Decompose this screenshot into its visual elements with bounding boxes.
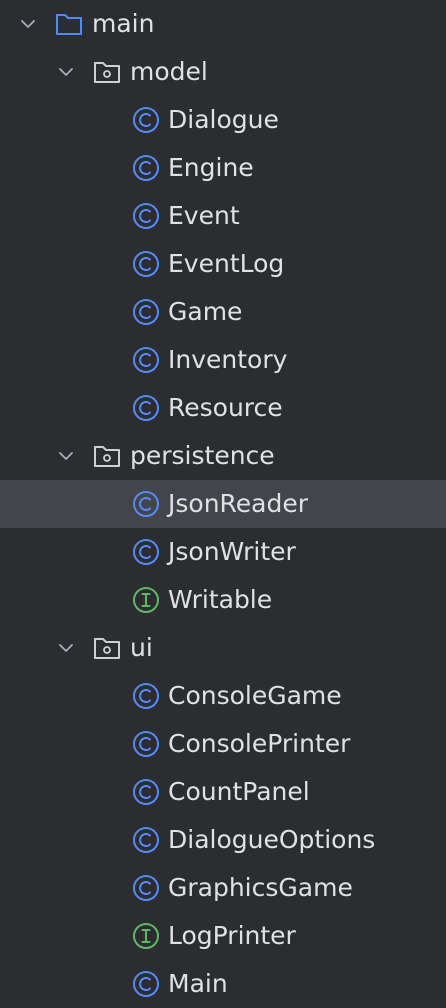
tree-label: Inventory [168, 345, 288, 374]
package-icon [92, 633, 122, 663]
class-icon [131, 153, 161, 183]
class-icon [131, 201, 161, 231]
chevron-down-icon[interactable] [16, 12, 40, 36]
chevron-down-icon[interactable] [54, 60, 78, 84]
class-icon [131, 105, 161, 135]
tree-label: CountPanel [168, 777, 310, 806]
tree-label: EventLog [168, 249, 285, 278]
tree-label: JsonWriter [168, 537, 296, 566]
tree-row-class-dialogue[interactable]: Dialogue [0, 96, 446, 144]
class-icon [131, 489, 161, 519]
tree-row-class-game[interactable]: Game [0, 288, 446, 336]
package-icon [92, 57, 122, 87]
class-icon [131, 873, 161, 903]
tree-row-class-consoleprinter[interactable]: ConsolePrinter [0, 720, 446, 768]
tree-label: Writable [168, 585, 273, 614]
tree-row-class-main[interactable]: Main [0, 960, 446, 1008]
class-icon [131, 345, 161, 375]
tree-row-class-jsonwriter[interactable]: JsonWriter [0, 528, 446, 576]
tree-row-class-countpanel[interactable]: CountPanel [0, 768, 446, 816]
tree-row-class-jsonreader[interactable]: JsonReader [0, 480, 446, 528]
folder-icon [54, 9, 84, 39]
tree-row-class-consolegame[interactable]: ConsoleGame [0, 672, 446, 720]
class-icon [131, 729, 161, 759]
tree-label: main [92, 9, 155, 38]
class-icon [131, 825, 161, 855]
chevron-down-icon[interactable] [54, 444, 78, 468]
tree-label: ConsolePrinter [168, 729, 351, 758]
package-icon [92, 441, 122, 471]
tree-label: Event [168, 201, 240, 230]
tree-label: Engine [168, 153, 254, 182]
tree-label: Main [168, 969, 228, 998]
tree-label: LogPrinter [168, 921, 296, 950]
tree-row-class-engine[interactable]: Engine [0, 144, 446, 192]
tree-label: ui [130, 633, 153, 662]
tree-label: persistence [130, 441, 275, 470]
class-icon [131, 777, 161, 807]
tree-label: Game [168, 297, 243, 326]
tree-row-interface-writable[interactable]: Writable [0, 576, 446, 624]
tree-label: DialogueOptions [168, 825, 376, 854]
tree-label: ConsoleGame [168, 681, 342, 710]
tree-label: Resource [168, 393, 283, 422]
class-icon [131, 297, 161, 327]
tree-label: JsonReader [168, 489, 309, 518]
class-icon [131, 393, 161, 423]
tree-label: Dialogue [168, 105, 279, 134]
tree-label: GraphicsGame [168, 873, 353, 902]
tree-row-class-inventory[interactable]: Inventory [0, 336, 446, 384]
tree-row-interface-logprinter[interactable]: LogPrinter [0, 912, 446, 960]
tree-row-class-graphicsgame[interactable]: GraphicsGame [0, 864, 446, 912]
class-icon [131, 537, 161, 567]
tree-row-main[interactable]: main [0, 0, 446, 48]
interface-icon [131, 585, 161, 615]
class-icon [131, 969, 161, 999]
project-tree: main model Dialogue Engine Event EventLo [0, 0, 446, 1008]
tree-row-class-eventlog[interactable]: EventLog [0, 240, 446, 288]
tree-label: model [130, 57, 208, 86]
class-icon [131, 681, 161, 711]
chevron-down-icon[interactable] [54, 636, 78, 660]
tree-row-package-persistence[interactable]: persistence [0, 432, 446, 480]
class-icon [131, 249, 161, 279]
tree-row-class-event[interactable]: Event [0, 192, 446, 240]
tree-row-class-resource[interactable]: Resource [0, 384, 446, 432]
tree-row-class-dialogueoptions[interactable]: DialogueOptions [0, 816, 446, 864]
tree-row-package-model[interactable]: model [0, 48, 446, 96]
tree-row-package-ui[interactable]: ui [0, 624, 446, 672]
interface-icon [131, 921, 161, 951]
